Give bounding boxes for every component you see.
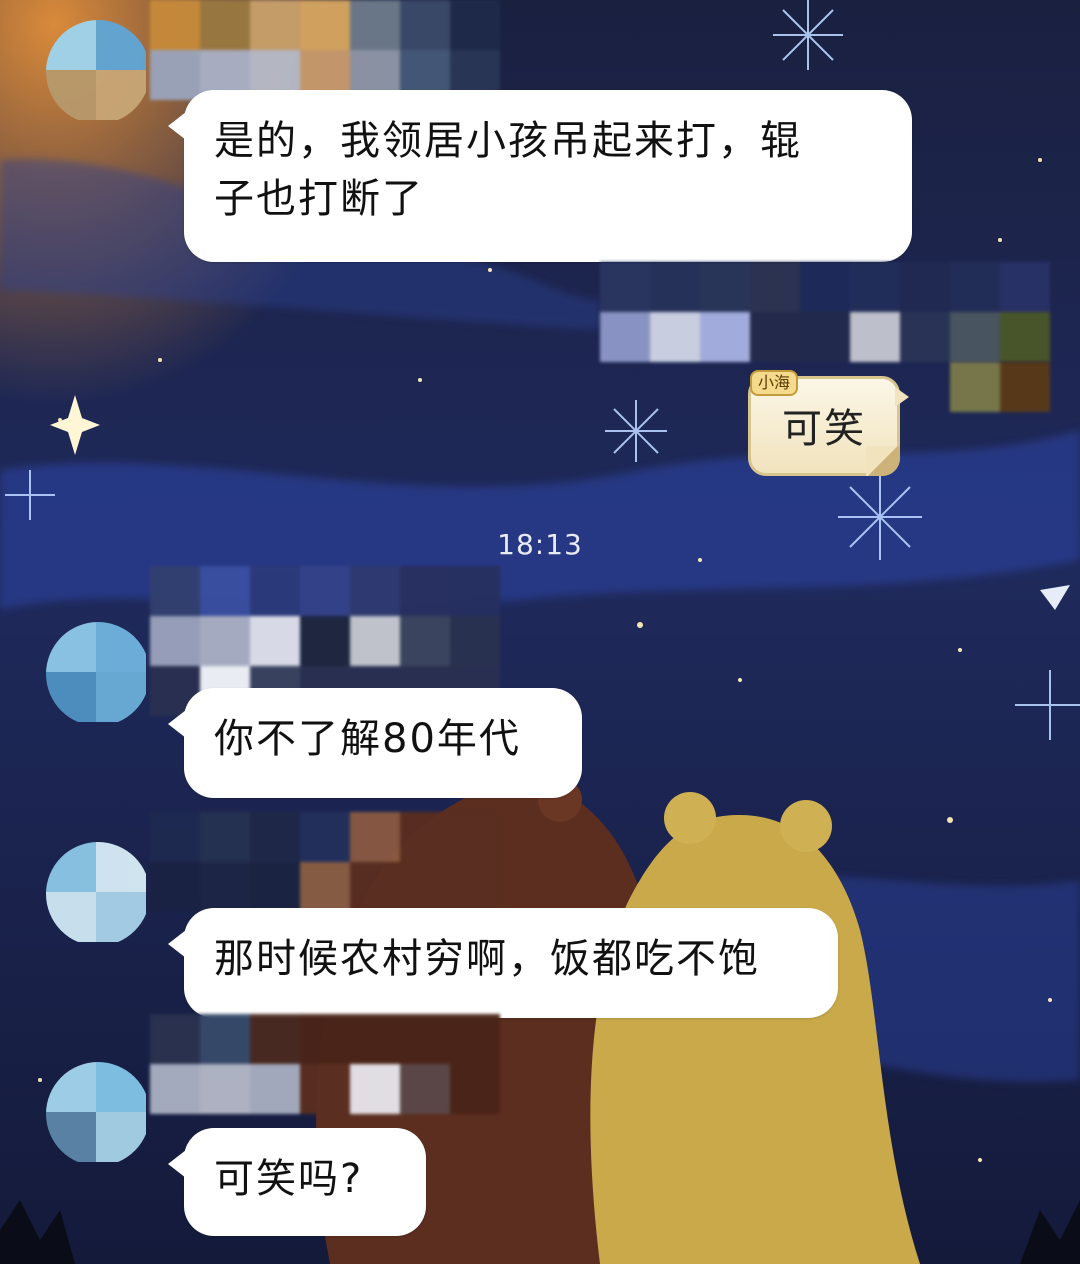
timestamp: 18:13	[497, 528, 583, 561]
avatar[interactable]	[46, 20, 150, 124]
bubble-tail	[168, 1150, 186, 1178]
avatar[interactable]	[46, 1062, 150, 1166]
bubble-tail	[895, 387, 909, 407]
bubble-tail	[168, 930, 186, 958]
message-bubble[interactable]: 可笑吗?	[168, 1128, 426, 1236]
avatar-blurred-icon	[46, 622, 146, 722]
name-blurred-icon	[150, 0, 500, 100]
message-text: 可笑	[782, 406, 866, 452]
sender-tag: 小海	[750, 370, 799, 396]
message-text: 是的，我领居小孩吊起来打，辊 子也打断了	[214, 118, 802, 222]
bubble-tail	[168, 710, 186, 738]
message-bubble[interactable]: 你不了解80年代	[168, 688, 582, 798]
name-blurred-icon	[600, 262, 1050, 362]
bubble-tail	[168, 112, 186, 140]
message-text: 可笑吗?	[214, 1156, 364, 1202]
avatar-blurred-icon	[46, 842, 146, 942]
avatar-blurred-icon	[950, 362, 1050, 412]
avatar-blurred-icon	[46, 20, 146, 120]
message-bubble[interactable]: 那时候农村穷啊，饭都吃不饱	[168, 908, 838, 1018]
avatar-blurred-icon	[46, 1062, 146, 1162]
message-bubble[interactable]: 是的，我领居小孩吊起来打，辊 子也打断了	[168, 90, 912, 262]
name-blurred-icon	[150, 812, 500, 912]
avatar[interactable]	[46, 622, 150, 726]
name-blurred-icon	[150, 1014, 500, 1114]
message-text: 那时候农村穷啊，饭都吃不饱	[214, 936, 760, 982]
avatar[interactable]	[46, 842, 150, 946]
message-text: 你不了解80年代	[214, 716, 521, 762]
